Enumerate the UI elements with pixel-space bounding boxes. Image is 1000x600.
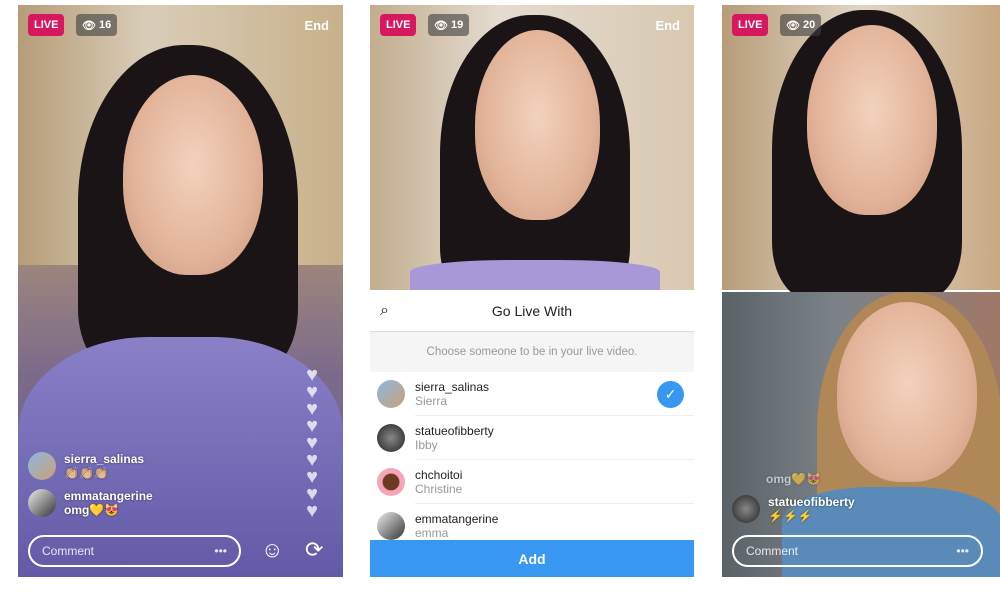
flip-camera-icon[interactable]: ⟳ xyxy=(305,537,323,563)
comment-item: statueofibberty ⚡⚡⚡ xyxy=(732,495,855,523)
user-row[interactable]: statueofibberty Ibby xyxy=(370,416,694,460)
end-button[interactable]: End xyxy=(655,18,680,33)
comment-item: sierra_salinas 👏🏼👏🏼👏🏼 xyxy=(28,452,144,480)
live-badge: LIVE xyxy=(380,14,417,36)
avatar xyxy=(28,452,56,480)
sheet-title: Go Live With xyxy=(491,302,573,319)
add-button[interactable]: Add xyxy=(370,540,694,577)
avatar xyxy=(377,424,405,452)
more-options-icon[interactable]: ••• xyxy=(214,544,227,558)
hearts-animation: ♥ ♥ ♥ ♥ ♥ ♥ ♥ ♥ ♥ xyxy=(306,364,318,522)
viewer-count: 👁 20 xyxy=(780,14,822,36)
comment-item: omg💛😻 xyxy=(766,472,822,486)
avatar xyxy=(732,495,760,523)
more-options-icon[interactable]: ••• xyxy=(956,544,969,558)
viewer-count: 👁 16 xyxy=(76,14,118,36)
user-row[interactable]: sierra_salinas Sierra ✓ xyxy=(370,372,694,416)
go-live-with-screen: LIVE 👁 19 End ⌕ Go Live With Choose some… xyxy=(370,5,694,577)
sheet-header: ⌕ Go Live With xyxy=(370,290,694,332)
live-badge: LIVE xyxy=(732,14,769,36)
sheet-subtitle: Choose someone to be in your live video. xyxy=(370,332,694,372)
avatar xyxy=(377,468,405,496)
invite-guest-icon[interactable]: ☺ xyxy=(261,537,283,563)
eye-icon: 👁 xyxy=(82,19,100,32)
end-button[interactable]: End xyxy=(304,18,329,33)
live-badge: LIVE xyxy=(28,14,65,36)
host-video xyxy=(722,5,1000,300)
avatar xyxy=(377,512,405,540)
checkmark-icon[interactable]: ✓ xyxy=(657,380,684,408)
comment-item: emmatangerine omg💛😻 xyxy=(28,489,153,517)
go-live-with-sheet: ⌕ Go Live With Choose someone to be in y… xyxy=(370,290,694,577)
eye-icon: 👁 xyxy=(786,19,804,32)
viewer-count: 👁 19 xyxy=(428,14,470,36)
comment-input[interactable]: Comment ••• xyxy=(28,535,241,567)
eye-icon: 👁 xyxy=(434,19,452,32)
live-broadcast-screen-1: LIVE 👁 16 End ♥ ♥ ♥ ♥ ♥ ♥ ♥ ♥ ♥ sierra_salinas 👏🏼… xyxy=(18,5,343,577)
comment-input[interactable]: Comment ••• xyxy=(732,535,983,567)
user-row[interactable]: chchoitoi Christine xyxy=(370,460,694,504)
video-feed xyxy=(370,5,694,305)
search-icon[interactable]: ⌕ xyxy=(380,302,389,320)
avatar xyxy=(377,380,405,408)
avatar xyxy=(28,489,56,517)
live-broadcast-screen-2: LIVE 👁 20 omg💛😻 statueofibberty ⚡⚡⚡ Comme… xyxy=(722,5,1000,577)
